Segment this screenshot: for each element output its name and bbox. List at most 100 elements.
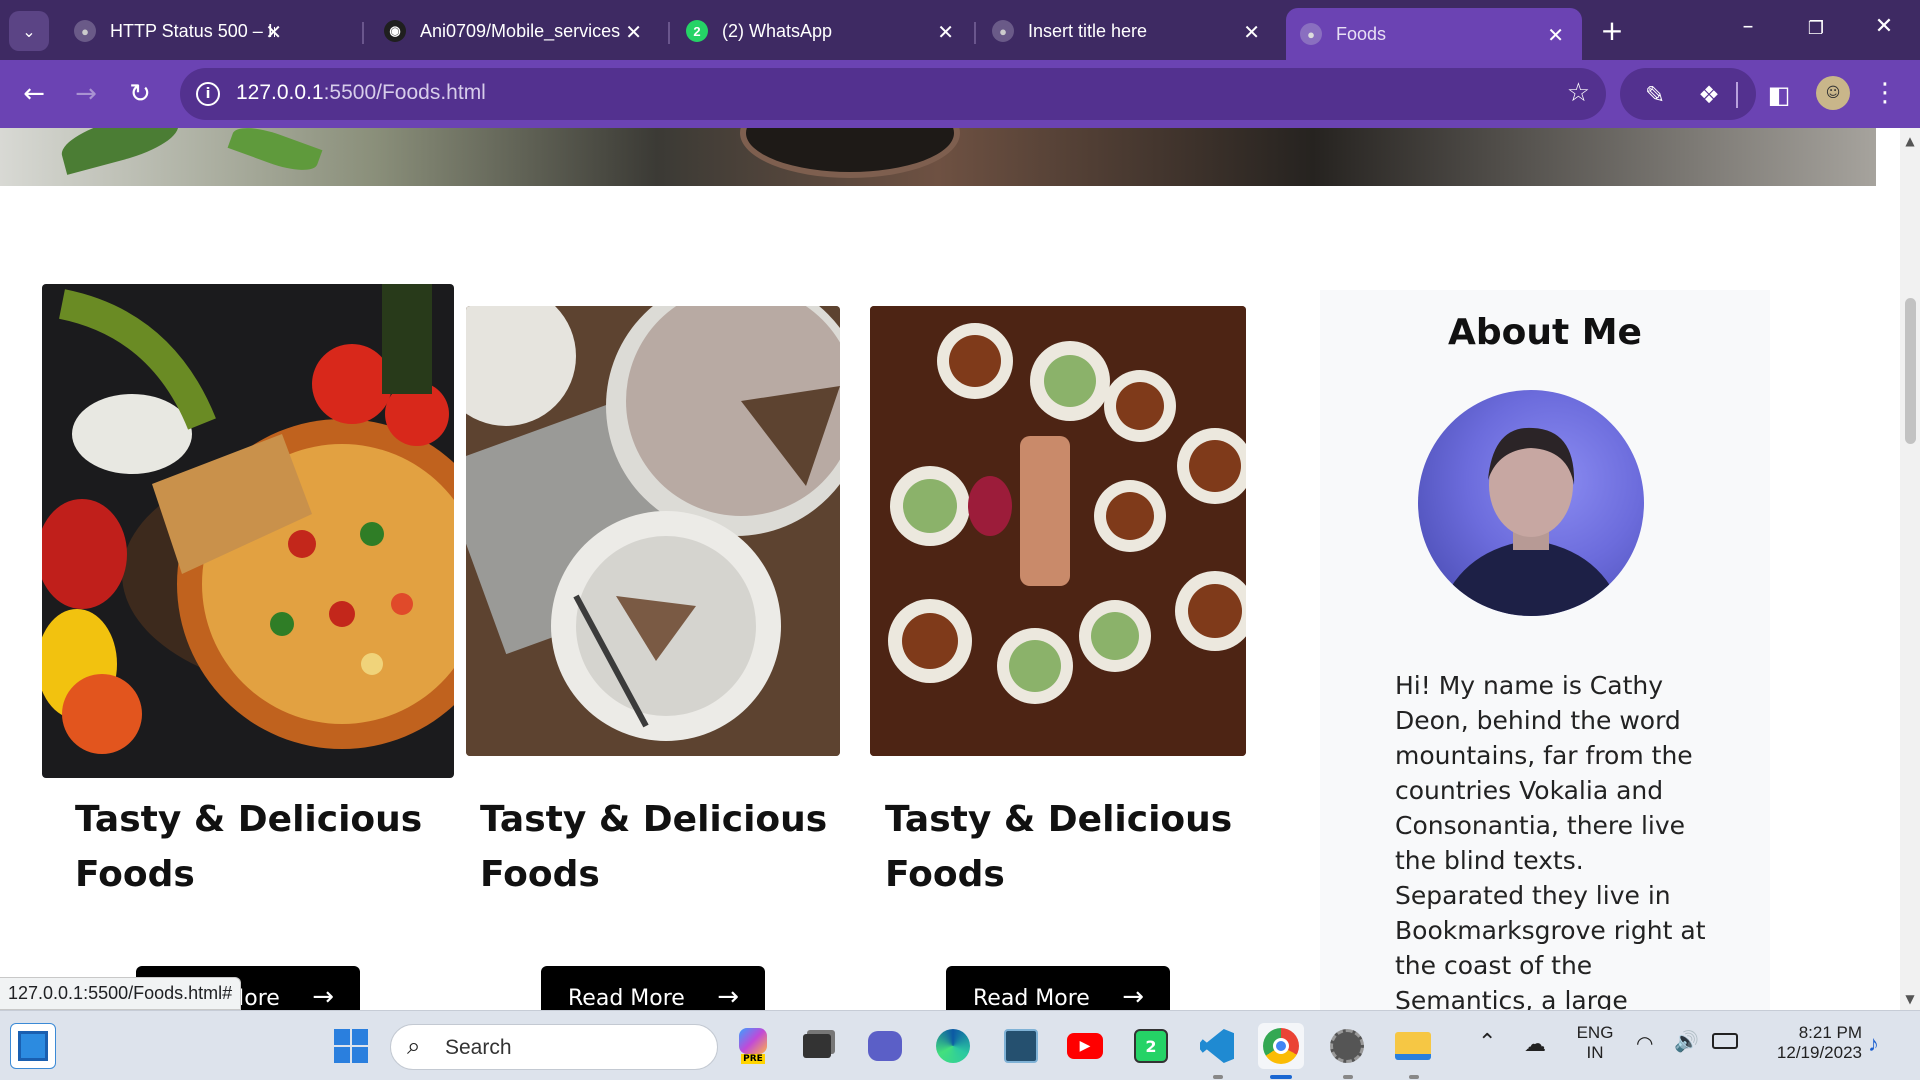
scrollbar-thumb[interactable]	[1905, 298, 1916, 444]
reload-icon: ↻	[129, 79, 151, 109]
card-title: Tasty & Delicious Foods	[885, 799, 1233, 895]
food-image-cake[interactable]	[466, 306, 840, 756]
person-illustration	[1438, 427, 1624, 616]
close-window-button[interactable]: ✕	[1864, 14, 1904, 39]
new-tab-button[interactable]: +	[1592, 14, 1632, 47]
close-icon[interactable]: ✕	[1243, 20, 1260, 45]
about-heading: About Me	[1448, 312, 1642, 353]
tab-divider	[974, 22, 976, 44]
windows-taskbar: ⌕ Search PRE ▶ 2 ⌃ ☁ ENG IN ◠ 🔊 8:21 PM 12…	[0, 1010, 1920, 1080]
lang-primary: ENG	[1576, 1023, 1614, 1042]
tab-github[interactable]: ◉ Ani0709/Mobile_services ✕	[370, 11, 660, 51]
read-more-label: Read More	[568, 986, 685, 1010]
meet-video-icon[interactable]	[862, 1023, 908, 1069]
wifi-icon[interactable]: ◠	[1636, 1031, 1653, 1056]
youtube-icon[interactable]: ▶	[1062, 1023, 1108, 1069]
tab-strip: ⌄ ● HTTP Status 500 – Interna ✕ ◉ Ani070…	[0, 0, 1920, 60]
about-text: Hi! My name is Cathy Deon, behind the wo…	[1395, 671, 1706, 1010]
mysql-workbench-icon[interactable]	[998, 1023, 1044, 1069]
tab-title: Ani0709/Mobile_services	[420, 20, 620, 41]
volume-icon[interactable]: 🔊	[1674, 1029, 1699, 1054]
eyedropper-icon[interactable]: ✎	[1640, 80, 1670, 110]
arrow-right-icon: →	[1122, 982, 1144, 1010]
scroll-down-arrow-icon[interactable]: ▼	[1904, 992, 1916, 1006]
bowl-shape	[740, 128, 960, 178]
lang-region: IN	[1586, 1043, 1604, 1062]
whatsapp-taskbar-icon[interactable]: 2	[1128, 1023, 1174, 1069]
profile-photo	[1418, 390, 1644, 616]
time-text: 8:21 PM	[1798, 1023, 1862, 1042]
food-image-dinner-table[interactable]	[870, 306, 1246, 756]
clock[interactable]: 8:21 PM 12/19/2023	[1752, 1023, 1862, 1063]
read-more-label: Read More	[973, 986, 1090, 1010]
file-explorer-icon[interactable]	[1390, 1023, 1436, 1069]
close-icon[interactable]: ✕	[265, 20, 282, 45]
forward-button[interactable]: →	[66, 74, 106, 114]
url-path: :5500/Foods.html	[323, 81, 486, 104]
task-view-icon[interactable]	[794, 1023, 840, 1069]
tab-title: Foods	[1336, 23, 1387, 44]
globe-icon: ●	[992, 20, 1014, 42]
copilot-icon[interactable]: PRE	[730, 1023, 776, 1069]
extensions-puzzle-icon[interactable]: ❖	[1694, 80, 1724, 110]
site-info-icon[interactable]: i	[196, 82, 220, 106]
battery-icon[interactable]	[1712, 1033, 1738, 1049]
search-label: Search	[445, 1036, 512, 1059]
read-more-button[interactable]: Read More →	[541, 966, 765, 1010]
chrome-icon[interactable]	[1258, 1023, 1304, 1069]
close-icon[interactable]: ✕	[937, 20, 954, 45]
edge-browser-icon[interactable]	[930, 1023, 976, 1069]
close-icon[interactable]: ✕	[1547, 23, 1564, 48]
bookmark-star-icon[interactable]: ☆	[1567, 78, 1590, 108]
onedrive-cloud-icon[interactable]: ☁	[1524, 1031, 1546, 1057]
active-indicator	[1270, 1075, 1292, 1079]
page-viewport: Tasty & Delicious Foods Tasty & Deliciou…	[0, 128, 1900, 1010]
language-indicator[interactable]: ENG IN	[1574, 1023, 1616, 1063]
tab-whatsapp[interactable]: 2 (2) WhatsApp ✕	[672, 11, 972, 51]
back-button[interactable]: ←	[14, 74, 54, 114]
preview-badge: PRE	[741, 1054, 765, 1064]
tab-search-button[interactable]: ⌄	[9, 11, 49, 51]
tab-http-status[interactable]: ● HTTP Status 500 – Interna ✕	[60, 11, 300, 51]
browser-toolbar: ← → ↻ i 127.0.0.1:5500/Foods.html ☆ ✎ ❖ …	[0, 60, 1920, 128]
food-image-pizza[interactable]	[42, 284, 454, 778]
whatsapp-icon: 2	[686, 20, 708, 42]
running-indicator	[1213, 1075, 1223, 1079]
dinner-table-illustration	[870, 306, 1246, 756]
restore-button[interactable]: ❐	[1796, 18, 1836, 39]
tab-insert-title[interactable]: ● Insert title here ✕	[978, 11, 1278, 51]
vscode-icon[interactable]	[1194, 1023, 1240, 1069]
widgets-icon[interactable]	[10, 1023, 56, 1069]
windows-logo	[334, 1029, 368, 1063]
card-title: Tasty & Delicious Foods	[480, 799, 828, 895]
reload-button[interactable]: ↻	[120, 74, 160, 114]
page-scrollbar[interactable]: ▲ ▼	[1900, 128, 1920, 1010]
about-me-panel: About Me Hi! My name is Cathy Deon, behi…	[1320, 290, 1770, 1010]
scroll-up-arrow-icon[interactable]: ▲	[1904, 134, 1916, 148]
cake-illustration	[466, 306, 840, 756]
globe-icon: ●	[1300, 23, 1322, 45]
profile-avatar[interactable]: ☺	[1816, 76, 1850, 110]
taskbar-search-box[interactable]: ⌕ Search	[390, 1024, 718, 1070]
show-hidden-icons-chevron-icon[interactable]: ⌃	[1478, 1029, 1496, 1055]
side-panel-icon[interactable]: ◧	[1762, 80, 1796, 110]
running-indicator	[1343, 1075, 1353, 1079]
close-icon[interactable]: ✕	[625, 20, 642, 45]
app-gear-icon[interactable]	[1324, 1023, 1370, 1069]
url-text[interactable]: 127.0.0.1:5500/Foods.html	[236, 81, 486, 105]
globe-icon: ●	[74, 20, 96, 42]
read-more-button[interactable]: Read More →	[946, 966, 1170, 1010]
tab-title: (2) WhatsApp	[722, 20, 833, 41]
tab-title: Insert title here	[1028, 20, 1148, 41]
notification-bell-icon[interactable]: ♪	[1868, 1031, 1879, 1057]
address-bar[interactable]: i 127.0.0.1:5500/Foods.html ☆	[180, 68, 1606, 120]
tab-divider	[362, 22, 364, 44]
minimize-button[interactable]: –	[1728, 14, 1768, 39]
date-text: 12/19/2023	[1776, 1043, 1862, 1062]
tab-foods[interactable]: ● Foods ✕	[1286, 8, 1582, 60]
whatsapp-badge: 2	[1134, 1029, 1168, 1063]
kebab-menu-icon[interactable]: ⋮	[1870, 78, 1900, 108]
github-icon: ◉	[384, 20, 406, 42]
url-host: 127.0.0.1	[236, 81, 324, 104]
start-windows-icon[interactable]	[328, 1023, 374, 1069]
